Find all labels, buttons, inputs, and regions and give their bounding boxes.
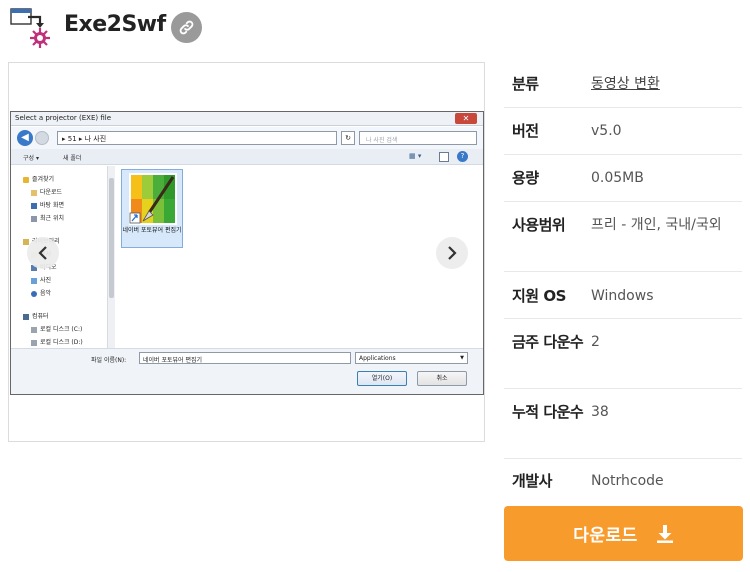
- forward-arrow-icon: [35, 131, 49, 145]
- dialog-toolbar: 구성 ▾ 새 폴더 ▦ ▾ ?: [11, 149, 483, 165]
- dialog-titlebar: Select a projector (EXE) file ✕: [11, 112, 483, 126]
- info-row-license: 사용범위 프리 - 개인, 국내/국외: [504, 202, 742, 272]
- info-key: 지원 OS: [512, 287, 566, 305]
- info-row-weekly-downloads: 금주 다운수 2: [504, 319, 742, 389]
- download-label: 다운로드: [573, 526, 638, 546]
- info-value: 0.05MB: [591, 170, 644, 186]
- app-icon: [10, 6, 54, 50]
- info-key: 버전: [512, 122, 539, 140]
- download-folder-icon: [31, 189, 37, 196]
- info-key: 누적 다운수: [512, 403, 584, 421]
- new-folder-button: 새 폴더: [63, 155, 82, 162]
- nav-item-recent: 최근 위치: [31, 213, 64, 222]
- organize-menu: 구성 ▾: [23, 155, 39, 162]
- copy-link-button[interactable]: [171, 12, 202, 43]
- view-options-icon: ▦ ▾: [409, 152, 422, 160]
- info-row-size: 용량 0.05MB: [504, 155, 742, 202]
- nav-item-computer: 컴퓨터: [23, 311, 49, 320]
- nav-item-drive-d: 로컬 디스크 (D:): [31, 337, 83, 346]
- nav-item-drive-c: 로컬 디스크 (C:): [31, 324, 82, 333]
- info-row-category: 분류 동영상 변환: [504, 60, 742, 108]
- info-key: 분류: [512, 75, 539, 93]
- address-row: ◀ ▸ 51 ▸ 나 사진 ↻ 나 사진 검색: [11, 127, 483, 149]
- gallery-prev-button[interactable]: [27, 237, 59, 269]
- nav-item-music: 음악: [31, 288, 51, 297]
- info-key: 사용범위: [512, 216, 566, 234]
- app-title: Exe2Swf: [64, 12, 166, 37]
- nav-item-favorites: 즐겨찾기: [23, 174, 54, 183]
- search-box: 나 사진 검색: [359, 131, 477, 145]
- info-key: 용량: [512, 169, 539, 187]
- info-key: 개발사: [512, 472, 552, 490]
- dialog-footer: 파일 이름(N): 네이버 포토뷰어 편집기 Applications ▼ 열기(…: [11, 348, 483, 394]
- download-icon: [656, 524, 673, 543]
- open-button: 열기(O): [357, 371, 407, 386]
- gallery-next-button[interactable]: [436, 237, 468, 269]
- refresh-icon: ↻: [341, 131, 355, 145]
- back-arrow-icon: ◀: [17, 130, 33, 146]
- close-icon: ✕: [455, 113, 477, 124]
- info-row-os: 지원 OS Windows: [504, 272, 742, 319]
- library-icon: [23, 238, 29, 245]
- music-icon: [31, 290, 37, 297]
- cancel-button: 취소: [417, 371, 467, 386]
- desktop-icon: [31, 202, 37, 209]
- file-name-label: 파일 이름(N):: [91, 357, 127, 364]
- download-button[interactable]: 다운로드: [504, 506, 743, 561]
- file-name-input: 네이버 포토뷰어 편집기: [139, 352, 351, 364]
- photo-editor-app-icon: [129, 173, 177, 225]
- nav-item-desktop: 바탕 화면: [31, 200, 64, 209]
- file-item: 네이버 포토뷰어 편집기: [121, 169, 183, 248]
- nav-item-pictures: 사진: [31, 275, 51, 284]
- link-icon: [179, 20, 194, 35]
- program-screenshot: Select a projector (EXE) file ✕ ◀ ▸ 51 ▸…: [10, 111, 484, 395]
- file-list: 네이버 포토뷰어 편집기: [115, 166, 483, 348]
- screenshot-gallery: Select a projector (EXE) file ✕ ◀ ▸ 51 ▸…: [8, 62, 485, 442]
- address-bar: ▸ 51 ▸ 나 사진: [57, 131, 337, 145]
- info-value: v5.0: [591, 123, 622, 139]
- info-value: 프리 - 개인, 국내/국외: [591, 217, 722, 233]
- help-icon: ?: [457, 151, 468, 162]
- info-value: Windows: [591, 288, 654, 304]
- info-value: 2: [591, 334, 600, 350]
- chevron-left-icon: [38, 246, 47, 260]
- info-row-total-downloads: 누적 다운수 38: [504, 389, 742, 459]
- computer-icon: [23, 313, 29, 320]
- nav-scrollbar: [107, 166, 115, 348]
- info-value: Notrhcode: [591, 473, 664, 489]
- pictures-icon: [31, 277, 37, 284]
- preview-pane-icon: [439, 152, 449, 162]
- dialog-title: Select a projector (EXE) file: [15, 114, 112, 122]
- nav-item-downloads: 다운로드: [31, 187, 62, 196]
- info-value: 38: [591, 404, 609, 420]
- drive-icon: [31, 339, 37, 346]
- drive-icon: [31, 326, 37, 333]
- recent-icon: [31, 215, 37, 222]
- info-row-version: 버전 v5.0: [504, 108, 742, 155]
- info-key: 금주 다운수: [512, 333, 584, 351]
- star-icon: [23, 176, 29, 183]
- file-label: 네이버 포토뷰어 편집기: [122, 227, 182, 234]
- chevron-down-icon: ▼: [460, 355, 464, 361]
- info-row-developer: 개발사 Notrhcode: [504, 459, 742, 505]
- navigation-pane: 즐겨찾기 다운로드 바탕 화면 최근 위치 라이브러리 문서 비디오 사진 음악…: [11, 166, 107, 348]
- program-info-table: 분류 동영상 변환 버전 v5.0 용량 0.05MB 사용범위 프리 - 개인…: [504, 60, 742, 505]
- category-link[interactable]: 동영상 변환: [591, 72, 737, 96]
- chevron-right-icon: [448, 246, 457, 260]
- file-type-select: Applications ▼: [355, 352, 468, 364]
